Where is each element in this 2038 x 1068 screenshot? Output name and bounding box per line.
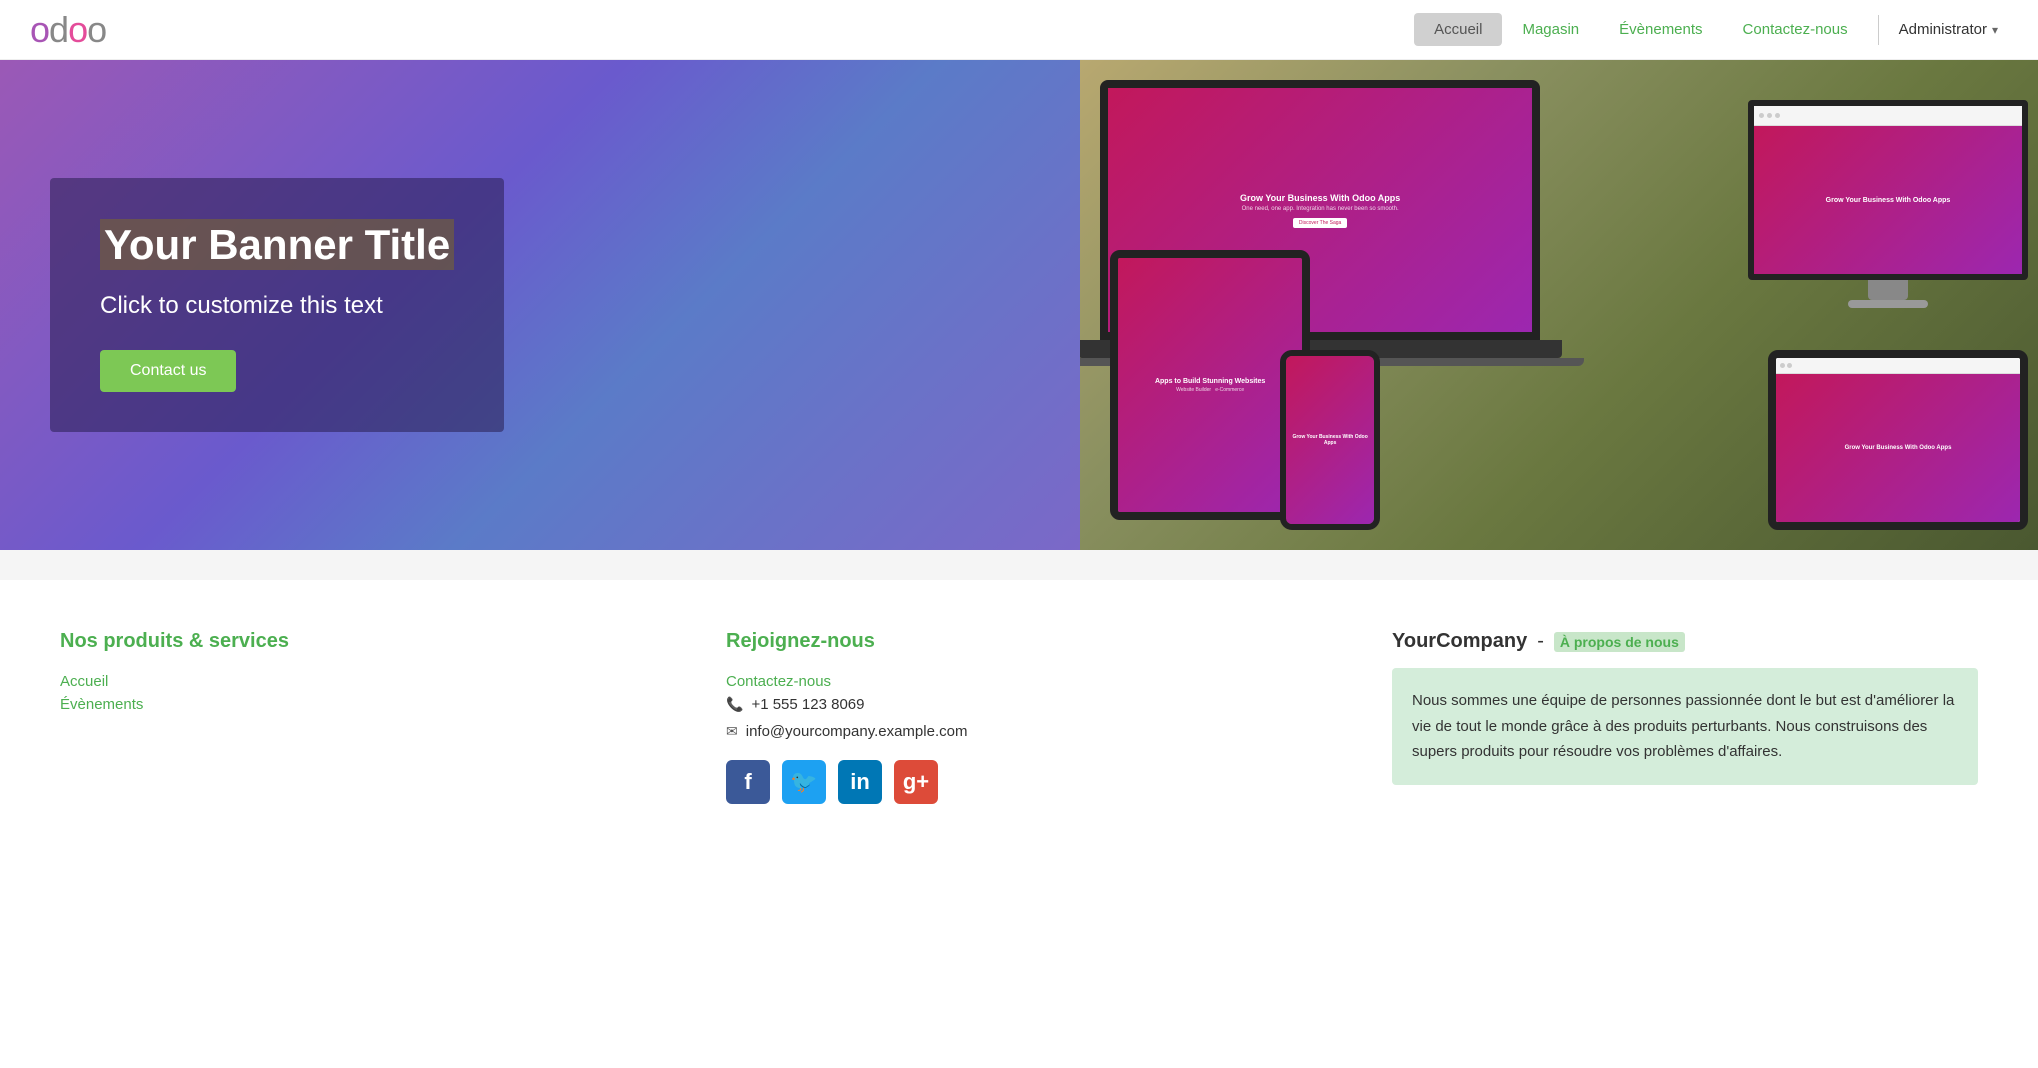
- email-icon: ✉: [726, 723, 738, 740]
- tablet-screen-title: Apps to Build Stunning Websites: [1155, 378, 1265, 385]
- footer-link-accueil[interactable]: Accueil: [60, 673, 646, 690]
- products-title: Nos produits & services: [60, 630, 646, 653]
- banner-subtitle[interactable]: Click to customize this text: [100, 292, 454, 320]
- join-title: Rejoignez-nous: [726, 630, 1312, 653]
- hero-left: Your Banner Title Click to customize thi…: [0, 60, 1080, 550]
- monitor-base: [1848, 300, 1928, 308]
- hero-section: Your Banner Title Click to customize thi…: [0, 60, 2038, 550]
- laptop-discover-btn: Discover The Saga: [1293, 218, 1347, 228]
- nav-item-magasin[interactable]: Magasin: [1502, 13, 1599, 46]
- tablet-horizontal-device: Grow Your Business With Odoo Apps: [1768, 350, 2028, 530]
- laptop-screen-title: Grow Your Business With Odoo Apps: [1240, 193, 1400, 203]
- footer-link-contact[interactable]: Contactez-nous: [726, 673, 1312, 690]
- linkedin-icon[interactable]: in: [838, 760, 882, 804]
- chevron-down-icon: ▾: [1992, 23, 1998, 37]
- monitor-device: Grow Your Business With Odoo Apps: [1748, 100, 2028, 310]
- googleplus-icon[interactable]: g+: [894, 760, 938, 804]
- section-divider: [0, 550, 2038, 580]
- admin-label: Administrator: [1899, 21, 1987, 38]
- footer-col-company: YourCompany - À propos de nous Nous somm…: [1392, 630, 1978, 785]
- facebook-icon[interactable]: f: [726, 760, 770, 804]
- footer-col-products: Nos produits & services Accueil Évènemen…: [60, 630, 646, 719]
- email-row: ✉ info@yourcompany.example.com: [726, 723, 1312, 740]
- about-link[interactable]: À propos de nous: [1554, 632, 1685, 652]
- logo-text: odoo: [30, 9, 106, 51]
- admin-menu[interactable]: Administrator ▾: [1889, 13, 2008, 46]
- tablet-screen-sub: Website Builder e-Commerce: [1176, 387, 1244, 393]
- phone-screen-title: Grow Your Business With Odoo Apps: [1291, 434, 1369, 446]
- nav-item-contactez-nous[interactable]: Contactez-nous: [1723, 13, 1868, 46]
- footer-col-join: Rejoignez-nous Contactez-nous 📞 +1 555 1…: [726, 630, 1312, 804]
- contact-us-button[interactable]: Contact us: [100, 350, 236, 392]
- header: odoo Accueil Magasin Évènements Contacte…: [0, 0, 2038, 60]
- nav-divider: [1878, 15, 1879, 45]
- tablet-h-screen-title: Grow Your Business With Odoo Apps: [1845, 445, 1952, 451]
- phone-icon: 📞: [726, 696, 743, 713]
- company-name: YourCompany: [1392, 630, 1527, 653]
- email-address: info@yourcompany.example.com: [746, 723, 968, 740]
- logo[interactable]: odoo: [30, 9, 106, 51]
- monitor-screen-title: Grow Your Business With Odoo Apps: [1826, 197, 1951, 204]
- company-title-row: YourCompany - À propos de nous: [1392, 630, 1978, 653]
- footer-link-evenements[interactable]: Évènements: [60, 696, 646, 713]
- main-nav: Accueil Magasin Évènements Contactez-nou…: [1414, 13, 2008, 46]
- hero-content-box: Your Banner Title Click to customize thi…: [50, 178, 504, 433]
- phone-row: 📞 +1 555 123 8069: [726, 696, 1312, 713]
- devices-mockup: Grow Your Business With Odoo Apps One ne…: [1080, 60, 2038, 550]
- laptop-screen-sub: One need, one app. Integration has never…: [1242, 206, 1399, 212]
- nav-item-evenements[interactable]: Évènements: [1599, 13, 1722, 46]
- hero-right: Grow Your Business With Odoo Apps One ne…: [1080, 60, 2038, 550]
- phone-number: +1 555 123 8069: [751, 696, 864, 713]
- company-description: Nous sommes une équipe de personnes pass…: [1392, 668, 1978, 785]
- social-row: f 🐦 in g+: [726, 760, 1312, 804]
- twitter-icon[interactable]: 🐦: [782, 760, 826, 804]
- monitor-stand: [1868, 280, 1908, 300]
- company-dash: -: [1537, 630, 1544, 653]
- phone-device: Grow Your Business With Odoo Apps: [1280, 350, 1380, 530]
- footer-section: Nos produits & services Accueil Évènemen…: [0, 580, 2038, 864]
- nav-item-accueil[interactable]: Accueil: [1414, 13, 1502, 46]
- banner-title[interactable]: Your Banner Title: [100, 218, 454, 273]
